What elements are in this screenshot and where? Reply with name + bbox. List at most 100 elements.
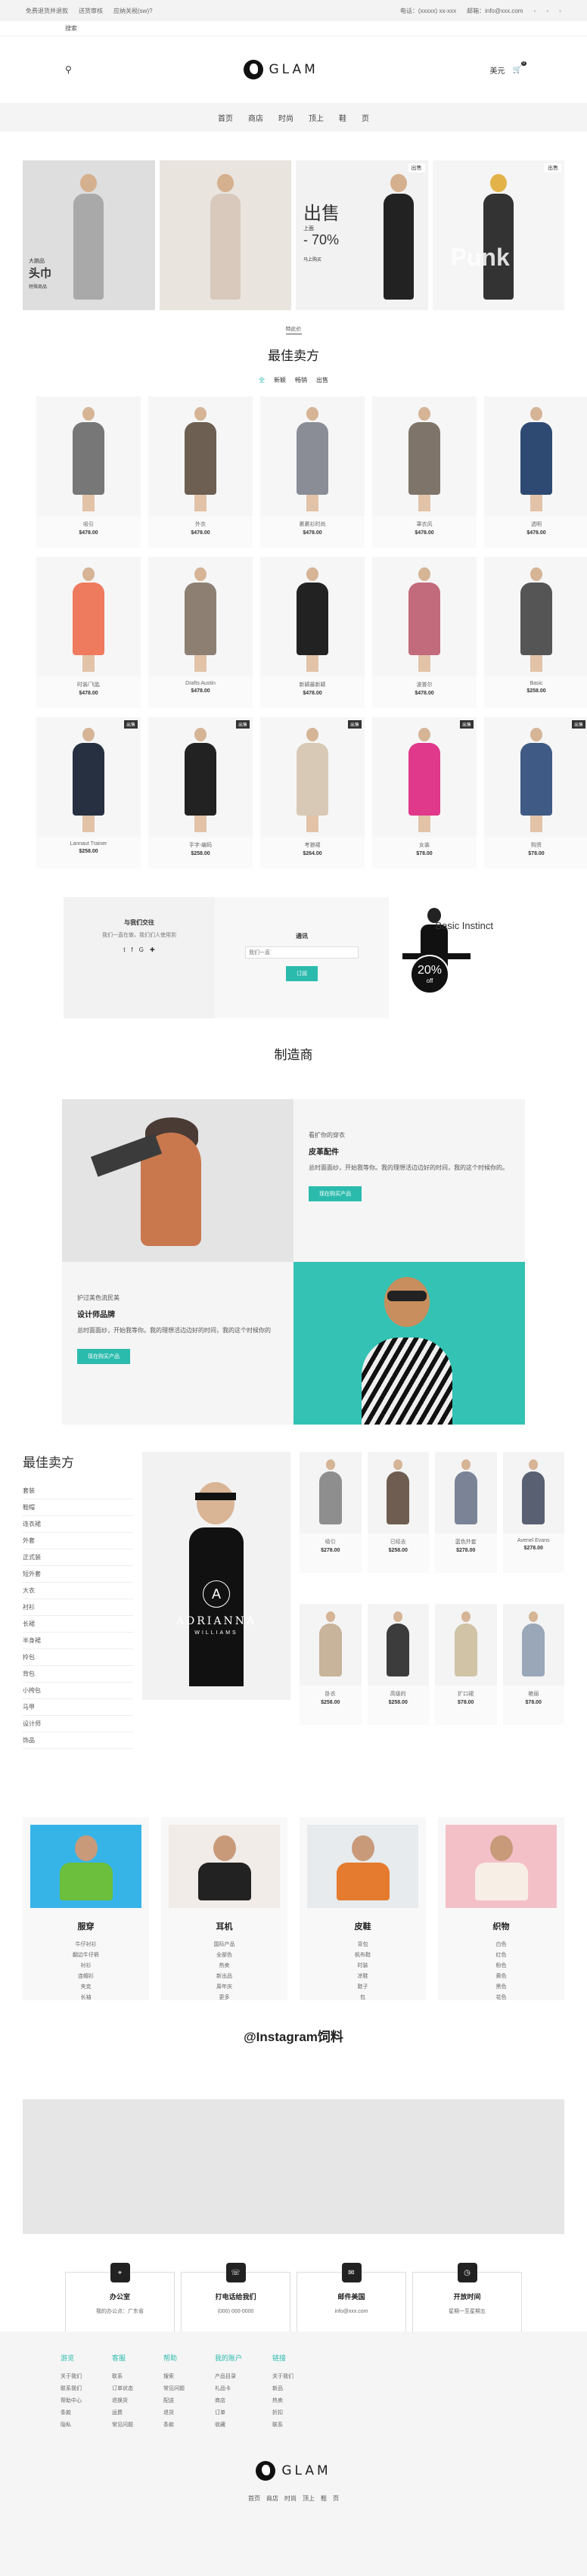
category-line[interactable]: 夹克 (23, 1982, 149, 1993)
category-line[interactable]: 花色 (438, 1993, 564, 2003)
sidebar-category[interactable]: 短外套 (23, 1566, 133, 1583)
product-name[interactable]: 罩衣风 (372, 520, 477, 528)
product-image[interactable] (260, 557, 365, 676)
product-card[interactable]: Drafts Austin $478.00 (148, 557, 253, 708)
category-line[interactable]: 凉鞋 (300, 1972, 426, 1982)
product-name[interactable]: 扩口裙 (435, 1690, 497, 1698)
product-image[interactable] (148, 396, 253, 516)
footer-link[interactable]: 常见问题 (163, 2382, 185, 2394)
hero-banner[interactable] (159, 160, 291, 310)
product-name[interactable]: 新颖最新颖 (260, 681, 365, 688)
product-card[interactable]: 出售 考狼裙 $264.00 (260, 717, 365, 869)
product-card[interactable]: 出售 Lannaut Trainer $258.00 (36, 717, 141, 869)
product-image[interactable] (502, 1452, 564, 1533)
brand-banner[interactable]: A ADRIANNA WILLIAMS (142, 1452, 290, 1700)
product-name[interactable]: Basic (484, 681, 587, 686)
product-image[interactable] (300, 1603, 362, 1686)
tab-1[interactable]: 新颖 (274, 376, 286, 384)
product-name[interactable]: 购资 (484, 841, 587, 849)
product-image[interactable] (372, 557, 477, 676)
product-image[interactable] (367, 1452, 429, 1533)
sidebar-category[interactable]: 连衣裙 (23, 1516, 133, 1533)
product-image[interactable] (484, 396, 587, 516)
product-card[interactable]: 出售 购资 $78.00 (484, 717, 587, 869)
category-line[interactable]: 长袖 (23, 1993, 149, 2003)
sidebar-category[interactable]: 小挎包 (23, 1683, 133, 1699)
product-card[interactable]: Avenel Evans $278.00 (502, 1452, 565, 1573)
category-image[interactable] (169, 1825, 280, 1908)
product-name[interactable]: Avenel Evans (503, 1538, 565, 1543)
category-title[interactable]: 皮鞋 (300, 1920, 426, 1932)
product-name[interactable]: 外衣 (148, 520, 253, 528)
product-image[interactable] (367, 1603, 429, 1686)
category-line[interactable]: 热卖 (161, 1961, 287, 1972)
footer-link[interactable]: 礼品卡 (215, 2382, 242, 2394)
category-image[interactable] (30, 1825, 141, 1908)
sidebar-category[interactable]: 大衣 (23, 1583, 133, 1599)
footer-nav-link[interactable]: 时尚 (284, 2495, 297, 2502)
category-line[interactable]: 连帽衫 (23, 1972, 149, 1982)
sidebar-category[interactable]: 饰品 (23, 1732, 133, 1749)
footer-link[interactable]: 联系 (272, 2419, 294, 2431)
tab-0[interactable]: 全 (259, 376, 265, 384)
footer-link[interactable]: 收藏 (215, 2419, 242, 2431)
category-line[interactable]: 衬衫 (23, 1961, 149, 1972)
footer-nav-link[interactable]: 商店 (266, 2495, 278, 2502)
category-line[interactable]: 周年庆 (161, 1982, 287, 1993)
category-card[interactable]: 皮鞋 背包 帆布鞋 时装 凉鞋 鞋子包 (300, 1817, 426, 2000)
product-image[interactable]: 出售 (260, 717, 365, 837)
category-card[interactable]: 服穿 牛仔衬衫 翻边牛仔裤 衬衫 连帽衫 夹克 长袖 (23, 1817, 149, 2000)
promo-banner[interactable]: Basic Instinct 20% off (389, 897, 523, 1018)
product-name[interactable]: Drafts Austin (148, 681, 253, 686)
footer-link[interactable]: 折扣 (272, 2407, 294, 2419)
product-card[interactable]: 出售 女装 $78.00 (372, 717, 477, 869)
category-line[interactable]: 白色 (438, 1940, 564, 1950)
nav-item[interactable]: 首页 (218, 112, 233, 123)
category-line[interactable]: 牛仔衬衫 (23, 1940, 149, 1950)
product-card[interactable]: 新颖最新颖 $478.00 (260, 557, 365, 708)
category-line[interactable]: 黑色 (438, 1982, 564, 1993)
product-name[interactable]: 手字-编码 (148, 841, 253, 849)
sidebar-category[interactable]: 鞋帽 (23, 1499, 133, 1516)
facebook-icon[interactable]: f (132, 946, 133, 953)
footer-link[interactable]: 热卖 (272, 2394, 294, 2407)
footer-nav-link[interactable]: 顶上 (303, 2495, 315, 2502)
category-image[interactable] (446, 1825, 557, 1908)
category-line[interactable]: 黄色 (438, 1972, 564, 1982)
product-image[interactable]: 出售 (36, 717, 141, 837)
nav-item[interactable]: 商店 (248, 112, 263, 123)
category-title[interactable]: 织物 (438, 1920, 564, 1932)
tab-2[interactable]: 畅销 (295, 376, 307, 384)
sidebar-category[interactable]: 外套 (23, 1533, 133, 1549)
sidebar-category[interactable]: 马甲 (23, 1699, 133, 1716)
product-card[interactable]: 裹裹衫时尚 $478.00 (260, 396, 365, 548)
category-line[interactable]: 红色 (438, 1950, 564, 1961)
product-card[interactable]: 罩衣风 $478.00 (372, 396, 477, 548)
product-card[interactable]: 出售 手字-编码 $258.00 (148, 717, 253, 869)
product-name[interactable]: Lannaut Trainer (36, 841, 141, 847)
product-card[interactable]: 外衣 $478.00 (148, 396, 253, 548)
product-name[interactable]: 蓝色外套 (435, 1538, 497, 1546)
category-image[interactable] (307, 1825, 418, 1908)
category-card[interactable]: 耳机 国际产品 全部色 热卖 新出品 周年庆 更多 (161, 1817, 287, 2000)
category-line[interactable]: 鞋子 (300, 1982, 426, 1993)
category-title[interactable]: 服穿 (23, 1920, 149, 1932)
logo[interactable]: GLAM (243, 60, 318, 79)
product-name[interactable]: 卧衣 (300, 1690, 362, 1698)
category-line[interactable]: 更多 (161, 1993, 287, 2003)
product-name[interactable]: 女装 (372, 841, 477, 849)
product-card[interactable]: 卧衣 $258.00 (300, 1603, 362, 1725)
product-image[interactable] (484, 557, 587, 676)
footer-link[interactable]: 订单 (215, 2407, 242, 2419)
cart-icon[interactable]: 🛒 0 (513, 61, 526, 74)
currency-selector[interactable]: 美元 (490, 64, 505, 76)
product-card[interactable]: 吸引 $478.00 (36, 396, 141, 548)
product-card[interactable]: 高级的 $258.00 (367, 1603, 429, 1725)
category-line[interactable]: 国际产品 (161, 1940, 287, 1950)
footer-link[interactable]: 条款 (163, 2419, 185, 2431)
search-link[interactable]: 搜索 (65, 25, 77, 32)
heart-icon[interactable]: ◦ (546, 8, 548, 14)
footer-link[interactable]: 帮助中心 (61, 2394, 82, 2407)
sidebar-category[interactable]: 衬衫 (23, 1599, 133, 1616)
footer-link[interactable]: 联系 (112, 2370, 133, 2382)
